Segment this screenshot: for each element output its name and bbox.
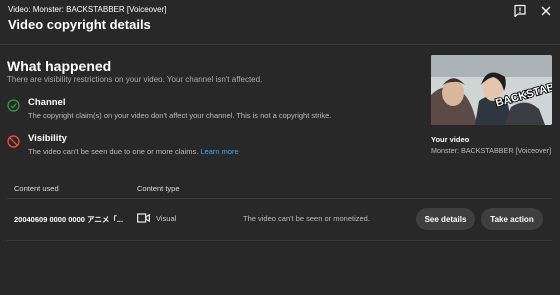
what-happened-subtitle: There are visibility restrictions on you… (7, 75, 263, 84)
your-video-label: Your video (431, 135, 470, 144)
channel-status: Channel The copyright claim(s) on your v… (7, 97, 407, 125)
feedback-icon[interactable] (513, 4, 527, 18)
your-video-title: Monster: BACKSTABBER [Voiceover] (431, 146, 552, 155)
content-used-header: Content used (14, 184, 59, 193)
video-thumbnail[interactable]: BACKSTABBER (431, 55, 552, 125)
take-action-button[interactable]: Take action (481, 208, 543, 230)
content-type-cell: Visual (156, 214, 177, 223)
dialog-title: Video copyright details (8, 17, 151, 32)
check-circle-icon (7, 99, 20, 112)
video-camera-icon (137, 213, 150, 223)
visibility-description-text: The video can't be seen due to one or mo… (28, 147, 201, 156)
channel-label: Channel (28, 97, 66, 108)
video-thumbnail-image: BACKSTABBER (431, 55, 552, 125)
see-details-button[interactable]: See details (416, 208, 475, 230)
visibility-description: The video can't be seen due to one or mo… (28, 147, 239, 156)
learn-more-link[interactable]: Learn more (200, 147, 238, 156)
content-type-header: Content type (137, 184, 180, 193)
dialog-header: Video: Monster: BACKSTABBER [Voiceover] … (0, 0, 560, 45)
impact-cell: The video can't be seen or monetized. (243, 214, 370, 223)
what-happened-title: What happened (7, 58, 112, 74)
restricted-icon (7, 135, 20, 148)
close-icon[interactable] (539, 4, 553, 18)
content-used-cell: 20040609 0000 0000 アニメ「... (14, 215, 124, 224)
visibility-label: Visibility (28, 133, 67, 144)
table-divider (7, 198, 552, 199)
table-bottom-divider (7, 240, 552, 241)
visibility-status: Visibility The video can't be seen due t… (7, 133, 407, 161)
channel-description: The copyright claim(s) on your video don… (28, 111, 332, 120)
video-supertitle: Video: Monster: BACKSTABBER [Voiceover] (8, 5, 167, 14)
